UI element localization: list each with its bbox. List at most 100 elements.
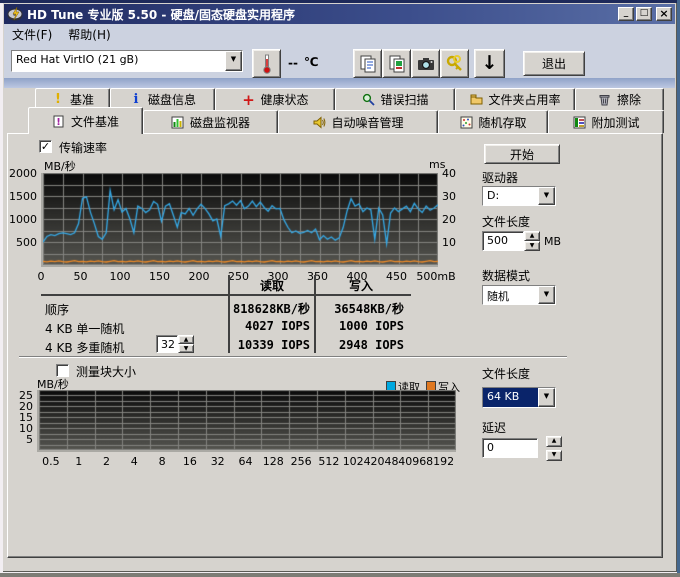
- queue-spin-down[interactable]: ▼: [178, 344, 194, 353]
- table-divider: [41, 294, 411, 296]
- minimize-button[interactable]: _: [618, 7, 634, 21]
- queue-spin-up[interactable]: ▲: [178, 335, 194, 344]
- copy-image-button[interactable]: [382, 49, 411, 78]
- magnifier-icon: [361, 93, 375, 107]
- tab-file-benchmark-active[interactable]: ! 文件基准: [28, 107, 143, 134]
- maximize-button[interactable]: □: [636, 7, 652, 21]
- file-length-unit: MB: [544, 235, 561, 248]
- tick-label: 150: [149, 270, 170, 283]
- block-size-checkbox-label: 测量块大小: [76, 363, 136, 380]
- file-length-spin-up[interactable]: ▲: [524, 231, 540, 241]
- extra-tests-icon: [572, 115, 586, 129]
- start-button[interactable]: 开始: [484, 144, 560, 164]
- tab-health[interactable]: + 健康状态: [215, 88, 335, 110]
- tick-label: 4: [131, 455, 138, 468]
- tab-folder-usage[interactable]: 文件夹占用率: [455, 88, 575, 110]
- thermometer-icon: [258, 53, 276, 75]
- tick-label: 1500: [9, 190, 37, 203]
- chevron-down-icon: ▼: [231, 55, 236, 63]
- trash-icon: [598, 93, 612, 107]
- minimize-icon: _: [619, 8, 633, 19]
- tab-aam[interactable]: 自动噪音管理: [278, 110, 438, 133]
- temperature-button[interactable]: [252, 49, 281, 78]
- target-drive-arrow[interactable]: ▼: [538, 187, 555, 205]
- block-file-length-label: 文件长度: [482, 365, 530, 382]
- delay-down-button[interactable]: ▼: [546, 450, 562, 461]
- data-mode-select[interactable]: 随机 ▼: [482, 285, 556, 305]
- tab-label: 附加测试: [591, 114, 639, 131]
- tab-label: 擦除: [617, 91, 641, 108]
- tick-label: 30: [442, 190, 456, 203]
- frame-bottom: [0, 573, 680, 577]
- transfer-rate-checkbox-label: 传输速率: [59, 139, 107, 156]
- queue-depth-spinner[interactable]: 32 ▲ ▼: [156, 335, 194, 353]
- tab-label: 磁盘信息: [148, 91, 196, 108]
- queue-depth-value[interactable]: 32: [156, 335, 178, 353]
- block-file-length-arrow[interactable]: ▼: [538, 388, 555, 407]
- data-mode-value: 随机: [483, 286, 538, 304]
- save-button[interactable]: ↓: [474, 49, 505, 78]
- drive-select[interactable]: Red Hat VirtIO (21 gB) ▼: [11, 50, 243, 72]
- spin-down-icon: ▼: [184, 345, 189, 352]
- tick-label: 50: [74, 270, 88, 283]
- block-file-length-select[interactable]: 64 KB ▼: [482, 387, 556, 408]
- main-window: HD Tune 专业版 5.50 - 硬盘/固态硬盘实用程序 _ □ × 文件(…: [3, 3, 677, 572]
- target-drive-select[interactable]: D: ▼: [482, 186, 556, 206]
- tick-label: 100: [110, 270, 131, 283]
- tab-extra-tests[interactable]: 附加测试: [548, 110, 664, 133]
- temperature-value: --: [288, 56, 298, 70]
- folder-icon: [469, 93, 483, 107]
- 4k-single-write-value: 1000 IOPS: [316, 319, 404, 333]
- tab-disk-monitor[interactable]: 磁盘监视器: [143, 110, 278, 133]
- data-mode-arrow[interactable]: ▼: [538, 286, 555, 304]
- file-length-spin-down[interactable]: ▼: [524, 241, 540, 251]
- options-button[interactable]: [440, 49, 469, 78]
- tick-label: 8: [159, 455, 166, 468]
- delay-input[interactable]: 0: [482, 438, 538, 458]
- tab-label: 文件夹占用率: [488, 91, 560, 108]
- tab-label: 自动噪音管理: [331, 114, 403, 131]
- spin-down-icon: ▼: [530, 242, 535, 249]
- tab-erase[interactable]: 擦除: [575, 88, 664, 110]
- drive-select-value: Red Hat VirtIO (21 gB): [12, 51, 225, 71]
- menu-help[interactable]: 帮助(H): [60, 24, 118, 45]
- tick-label: 500mB: [416, 270, 455, 283]
- tick-label: 64: [239, 455, 253, 468]
- transfer-rate-checkbox[interactable]: ✓: [39, 140, 52, 153]
- tick-label: 32: [211, 455, 225, 468]
- delay-up-button[interactable]: ▲: [546, 436, 562, 447]
- menu-bar: 文件(F) 帮助(H): [4, 24, 675, 45]
- tab-label: 随机存取: [478, 114, 526, 131]
- window-title: HD Tune 专业版 5.50 - 硬盘/固态硬盘实用程序: [27, 6, 295, 23]
- screenshot-button[interactable]: [411, 49, 440, 78]
- spin-up-icon: ▲: [530, 232, 535, 239]
- tick-label: 200: [189, 270, 210, 283]
- tick-label: 0.5: [42, 455, 60, 468]
- tab-error-scan[interactable]: 错误扫描: [335, 88, 455, 110]
- exit-button[interactable]: 退出: [523, 51, 585, 76]
- tab-label: 文件基准: [71, 113, 119, 130]
- tab-label: 健康状态: [260, 91, 308, 108]
- tab-label: 基准: [70, 91, 94, 108]
- tab-random-access[interactable]: 随机存取: [438, 110, 548, 133]
- file-length-spinner[interactable]: 500 ▲ ▼: [482, 231, 540, 251]
- health-cross-icon: +: [241, 93, 255, 107]
- read-column-header: 读取: [230, 277, 314, 294]
- benchmark-icon: !: [51, 93, 65, 107]
- tick-label: 16: [183, 455, 197, 468]
- copy-image-icon: [387, 54, 407, 74]
- tick-label: 10: [442, 236, 456, 249]
- tick-label: 2048: [371, 455, 399, 468]
- check-icon: ✓: [41, 140, 50, 153]
- toolbar-separator: [4, 78, 675, 88]
- block-file-length-value: 64 KB: [483, 388, 538, 407]
- drive-select-arrow[interactable]: ▼: [225, 51, 242, 71]
- copy-text-button[interactable]: [353, 49, 382, 78]
- close-button[interactable]: ×: [656, 7, 672, 21]
- app-window: HD Tune 专业版 5.50 - 硬盘/固态硬盘实用程序 _ □ × 文件(…: [0, 0, 680, 577]
- file-benchmark-icon: !: [52, 114, 66, 128]
- tab-strip-row2: ! 文件基准 磁盘监视器 自动噪音管理 随机存取: [10, 110, 664, 133]
- file-length-value[interactable]: 500: [482, 231, 524, 251]
- menu-file[interactable]: 文件(F): [4, 24, 60, 45]
- title-bar[interactable]: HD Tune 专业版 5.50 - 硬盘/固态硬盘实用程序 _ □ ×: [4, 4, 675, 24]
